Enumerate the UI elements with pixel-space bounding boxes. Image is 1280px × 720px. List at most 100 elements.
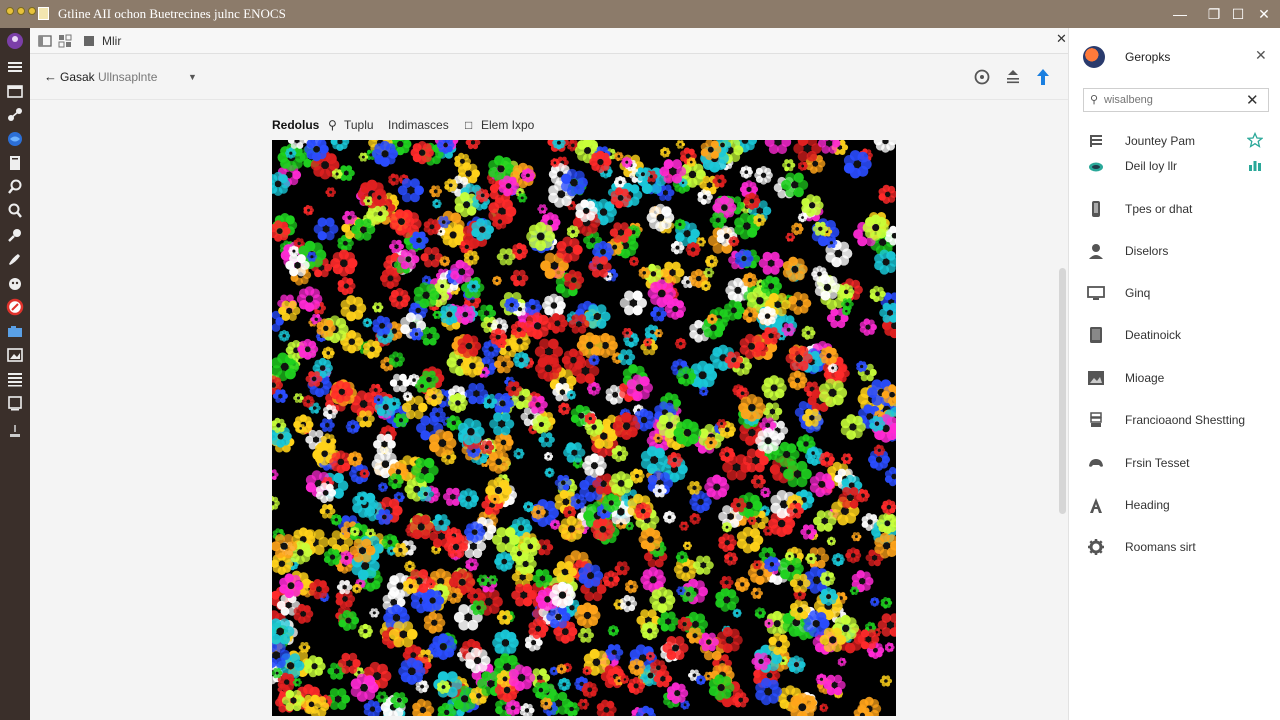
panel-toggle-icon[interactable]: [38, 34, 52, 48]
flower-mark: [619, 290, 647, 316]
panel-item-francioaond-shestting[interactable]: Francioaond Shestting: [1083, 409, 1269, 431]
flower-mark: [638, 527, 663, 552]
list-icon[interactable]: [5, 370, 25, 388]
camera-icon[interactable]: [5, 322, 25, 340]
key-icon[interactable]: [5, 226, 25, 244]
panel-item-tpes-or-dhat[interactable]: Tpes or dhat: [1083, 198, 1269, 220]
flower-mark: [732, 608, 742, 618]
panel-item-roomans-sirt[interactable]: Roomans sirt: [1083, 536, 1269, 558]
flower-mark: [447, 393, 468, 413]
flower-mark: [798, 161, 808, 171]
flower-mark: [458, 488, 479, 510]
image-icon[interactable]: [5, 346, 25, 364]
panel-item-label: Diselors: [1125, 244, 1169, 258]
chevron-down-icon[interactable]: ▼: [188, 72, 197, 82]
flower-mark: [577, 627, 594, 643]
breadcrumb[interactable]: Ullnsaplnte: [98, 70, 157, 84]
panel-item-mioage[interactable]: Mioage: [1083, 367, 1269, 389]
frame-icon[interactable]: [5, 394, 25, 412]
flower-mark: [574, 602, 601, 629]
flower-mark: [689, 513, 701, 525]
cloud-icon: [1089, 162, 1103, 172]
flower-mark: [278, 329, 291, 342]
history-icon[interactable]: [973, 68, 991, 86]
bar-chart-icon[interactable]: [1247, 157, 1263, 173]
flower-mark: [705, 254, 719, 268]
search-icon[interactable]: [5, 178, 25, 196]
window-dot[interactable]: [28, 7, 36, 15]
close-icon[interactable]: ✕: [1254, 4, 1274, 24]
flower-mark: [788, 291, 812, 315]
tab-elem-ixpo[interactable]: Elem Ixpo: [481, 118, 534, 132]
minimize-icon[interactable]: —: [1170, 4, 1190, 24]
menu-icon[interactable]: [5, 58, 25, 76]
flower-mark: [596, 699, 617, 716]
share-icon[interactable]: [5, 106, 25, 124]
window-dot[interactable]: [17, 7, 25, 15]
back-arrow-icon[interactable]: ←: [44, 69, 57, 84]
compass-icon[interactable]: [5, 298, 25, 316]
flower-mark: [819, 451, 835, 468]
flower-mark: [635, 705, 656, 716]
brush-icon[interactable]: [5, 250, 25, 268]
panel-item-label: Mioage: [1125, 371, 1165, 385]
flower-mark: [420, 247, 443, 268]
book-icon[interactable]: [5, 154, 25, 172]
upload-arrow-icon[interactable]: [1034, 68, 1052, 86]
image-canvas[interactable]: [272, 140, 896, 716]
clear-search-icon[interactable]: ✕: [1246, 91, 1259, 109]
paint-icon[interactable]: [5, 274, 25, 292]
flower-mark: [757, 306, 778, 326]
flower-mark: [801, 325, 816, 340]
panel-item-label: Tpes or dhat: [1125, 202, 1193, 216]
flower-mark: [272, 469, 279, 480]
panel-close-icon[interactable]: ✕: [1255, 47, 1267, 64]
panel-item-ginq[interactable]: Ginq: [1083, 282, 1269, 304]
flower-mark: [492, 275, 502, 286]
flower-mark: [819, 346, 839, 366]
vertical-scrollbar[interactable]: [1059, 268, 1066, 514]
flower-mark: [586, 381, 601, 396]
flower-mark: [878, 184, 896, 204]
file-icon[interactable]: [82, 34, 96, 48]
panel-item-diselors[interactable]: Diselors: [1083, 240, 1269, 262]
flower-mark: [715, 587, 740, 612]
flower-mark: [547, 313, 568, 334]
panel-item-heading[interactable]: Heading: [1083, 494, 1269, 516]
flower-mark: [492, 629, 519, 657]
game-controller-icon: [1089, 459, 1103, 467]
flower-mark: [719, 446, 736, 463]
grid-icon[interactable]: [58, 34, 72, 48]
tab-redolus[interactable]: Redolus: [272, 118, 319, 132]
tab-tuplu[interactable]: Tuplu: [344, 118, 374, 132]
flower-mark: [736, 526, 764, 554]
zoom-icon[interactable]: [5, 202, 25, 220]
panel-item-label: Heading: [1125, 498, 1170, 512]
align-icon[interactable]: [1004, 68, 1022, 86]
tab-indimasces[interactable]: Indimasces: [388, 118, 449, 132]
panel-item-deil-loy-llr[interactable]: Deil loy llr: [1083, 155, 1269, 177]
panel-item-frsin-tesset[interactable]: Frsin Tesset: [1083, 452, 1269, 474]
restore-icon[interactable]: ❐: [1204, 4, 1224, 24]
back-button[interactable]: Gasak: [60, 70, 95, 84]
window-dot[interactable]: [6, 7, 14, 15]
flower-mark: [782, 256, 808, 282]
search-input[interactable]: [1104, 92, 1244, 108]
panel-item-label: Ginq: [1125, 286, 1151, 300]
maximize-icon[interactable]: ☐: [1228, 4, 1248, 24]
flower-mark: [285, 147, 297, 159]
flower-mark: [424, 387, 444, 407]
document-icon: □: [465, 118, 473, 132]
panel-item-deatinoick[interactable]: Deatinoick: [1083, 324, 1269, 346]
star-outline-icon[interactable]: [1247, 132, 1263, 148]
panel-item-jountey-pam[interactable]: Jountey Pam: [1083, 130, 1269, 152]
globe-icon[interactable]: [5, 130, 25, 148]
flower-mark: [590, 517, 616, 542]
flower-mark: [465, 557, 479, 572]
flower-mark: [826, 536, 836, 546]
subbar-close-icon[interactable]: ✕: [1056, 31, 1067, 47]
flower-mark: [423, 611, 446, 634]
download-icon[interactable]: [5, 422, 25, 440]
folder-icon[interactable]: [5, 82, 25, 100]
profile-icon[interactable]: [5, 32, 25, 50]
